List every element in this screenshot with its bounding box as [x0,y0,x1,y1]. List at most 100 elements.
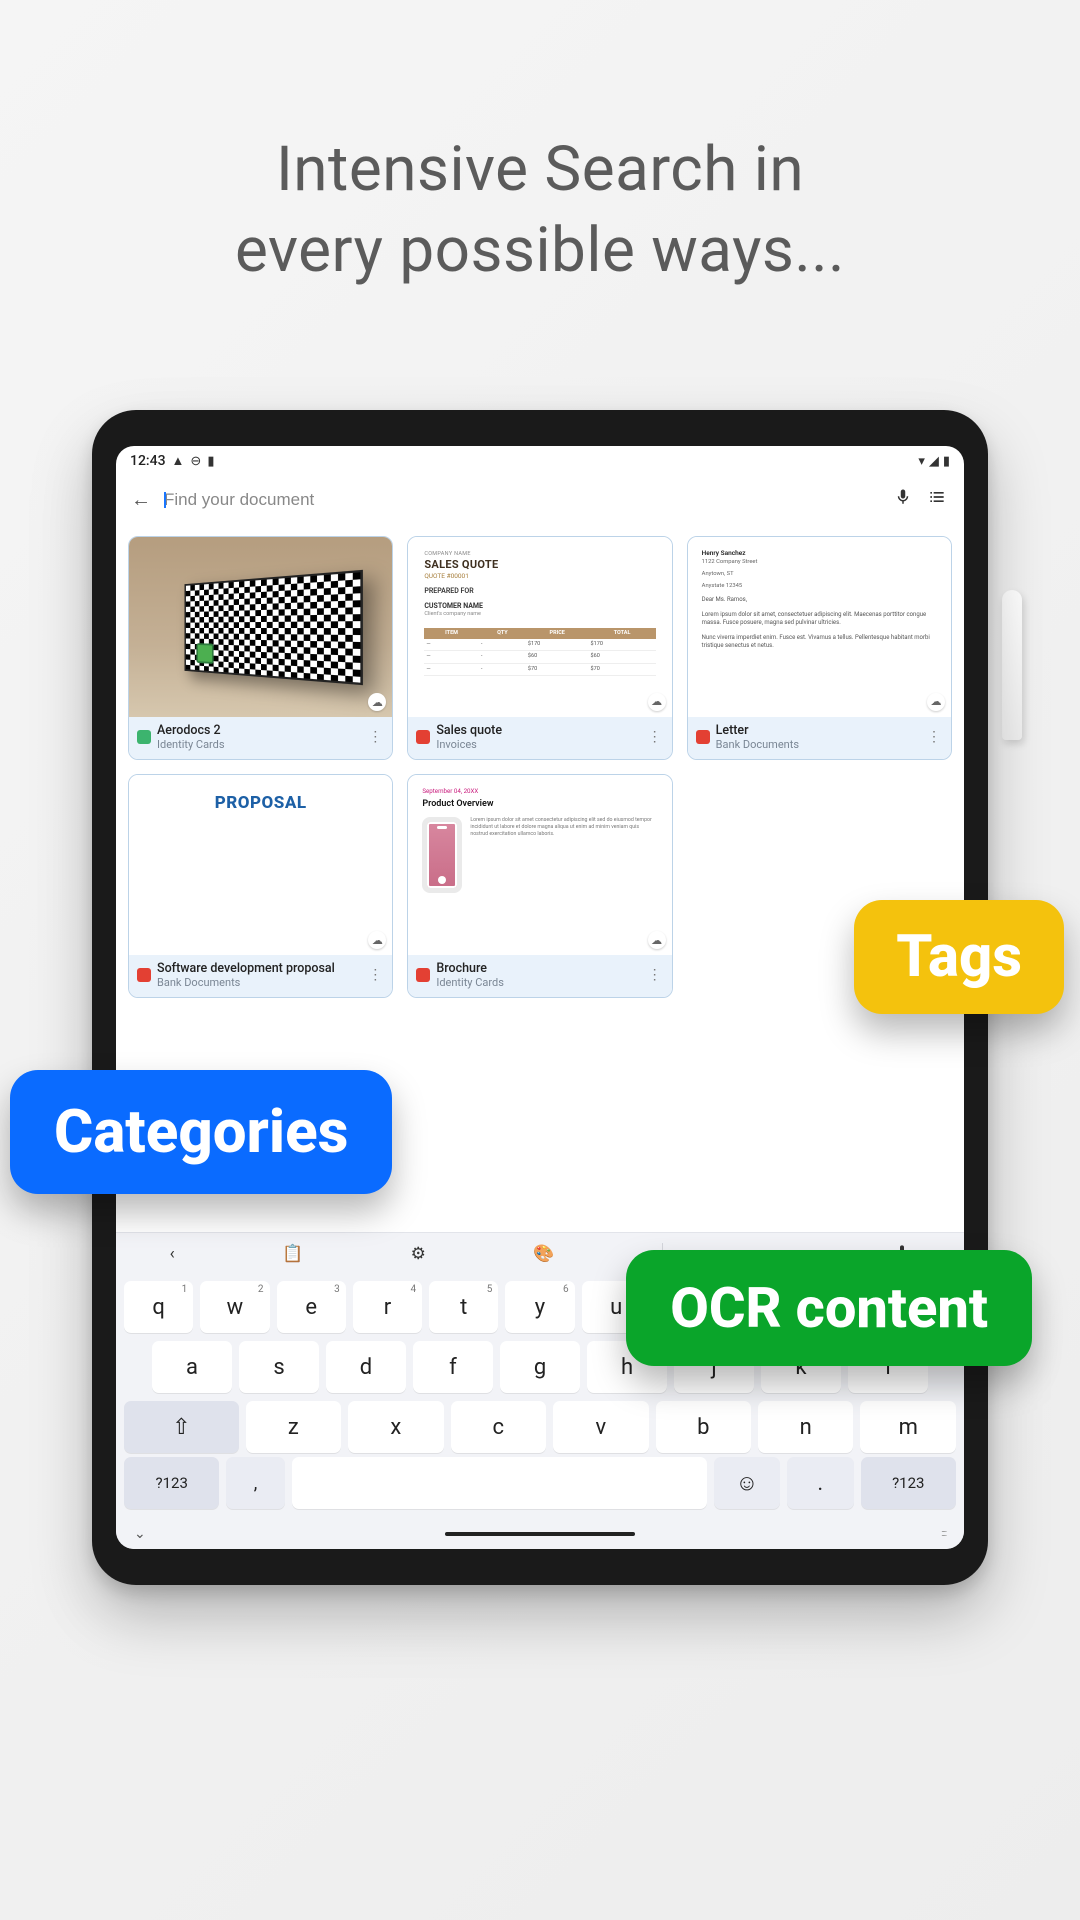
thumb-label: PREPARED FOR [424,587,655,596]
doc-card[interactable]: COMPANY NAME SALES QUOTE QUOTE #00001 PR… [407,536,672,760]
doc-card[interactable]: PROPOSAL ☁ Software development proposal… [128,774,393,998]
cloud-sync-icon: ☁ [648,931,666,949]
key-g[interactable]: g [500,1341,580,1393]
key-q[interactable]: q1 [124,1281,193,1333]
symbols-key[interactable]: ?123 [861,1457,956,1509]
status-left: 12:43 ▲ ⊖ ▮ [130,453,214,469]
search-bar: ← [116,476,964,524]
chevron-left-icon[interactable]: ‹ [170,1244,175,1264]
letter-body: Nunc viverra imperdiet enim. Fusce est. … [702,634,937,651]
key-x[interactable]: x [348,1401,443,1453]
key-a[interactable]: a [152,1341,232,1393]
doc-thumb: PROPOSAL ☁ [129,775,392,955]
cloud-sync-icon: ☁ [648,693,666,711]
key-s[interactable]: s [239,1341,319,1393]
keyboard-row-3: ⇧zxcvbnm [124,1401,956,1453]
hero-line1: Intensive Search in [0,130,1080,211]
text-cursor [164,492,166,508]
period-key[interactable]: . [787,1457,853,1509]
doc-footer: Letter Bank Documents ⋮ [688,717,951,759]
photo-thumb-content [184,569,363,684]
settings-gear-icon[interactable]: ⚙ [411,1244,426,1264]
card-menu-button[interactable]: ⋮ [366,729,384,745]
voice-search-button[interactable] [886,488,920,511]
card-menu-button[interactable]: ⋮ [925,729,943,745]
doc-title: Aerodocs 2 [157,723,360,738]
status-dnd-icon: ⊖ [190,454,201,469]
card-menu-button[interactable]: ⋮ [646,729,664,745]
letter-addr: Anytown, ST [702,570,937,578]
status-clipboard-icon: ▮ [207,454,214,469]
keyboard-settings-icon[interactable]: :::: [941,1529,946,1539]
key-d[interactable]: d [326,1341,406,1393]
battery-icon: ▮ [943,454,950,469]
doc-meta: Brochure Identity Cards [436,961,639,989]
doc-card[interactable]: Henry Sanchez 1122 Company Street Anytow… [687,536,952,760]
signal-icon: ◢ [929,454,939,469]
thumb-headline: SALES QUOTE [424,558,655,572]
key-r[interactable]: r4 [353,1281,422,1333]
doc-title: Letter [716,723,919,738]
card-menu-button[interactable]: ⋮ [366,967,384,983]
doc-type-icon [137,730,151,744]
palette-icon[interactable]: 🎨 [533,1244,554,1264]
key-t[interactable]: t5 [429,1281,498,1333]
search-input[interactable] [164,490,886,510]
key-z[interactable]: z [246,1401,341,1453]
back-button[interactable]: ← [126,487,156,512]
key-c[interactable]: c [451,1401,546,1453]
cloud-sync-icon: ☁ [927,693,945,711]
cloud-sync-icon: ☁ [368,693,386,711]
letter-name: Henry Sanchez [702,549,937,558]
doc-footer: Sales quote Invoices ⋮ [408,717,671,759]
emoji-key[interactable]: ☺ [714,1457,780,1509]
phone-illustration [422,817,462,893]
doc-type-icon [416,968,430,982]
key-m[interactable]: m [860,1401,955,1453]
hero-line2: every possible ways... [0,211,1080,292]
key-b[interactable]: b [656,1401,751,1453]
doc-title: Brochure [436,961,639,976]
key-v[interactable]: v [553,1401,648,1453]
doc-thumb: COMPANY NAME SALES QUOTE QUOTE #00001 PR… [408,537,671,717]
status-right: ▾ ◢ ▮ [918,454,950,469]
key-f[interactable]: f [413,1341,493,1393]
brochure-body: Lorem ipsum dolor sit amet consectetur a… [422,817,657,893]
hero-title: Intensive Search in every possible ways.… [0,0,1080,291]
doc-title: Sales quote [436,723,639,738]
doc-footer: Software development proposal Bank Docum… [129,955,392,997]
comma-key[interactable]: , [226,1457,284,1509]
key-w[interactable]: w2 [200,1281,269,1333]
doc-thumb: ☁ [129,537,392,717]
card-menu-button[interactable]: ⋮ [646,967,664,983]
doc-type-icon [416,730,430,744]
doc-card[interactable]: ☁ Aerodocs 2 Identity Cards ⋮ [128,536,393,760]
doc-thumb: September 04, 20XX Product Overview Lore… [408,775,671,955]
doc-card[interactable]: September 04, 20XX Product Overview Lore… [407,774,672,998]
shift-key[interactable]: ⇧ [124,1401,239,1453]
doc-meta: Letter Bank Documents [716,723,919,751]
thumb-customer: CUSTOMER NAME [424,602,655,611]
thumb-sub: QUOTE #00001 [424,572,655,580]
thumb-table: ITEMQTYPRICETOTAL —-$170$170 —-$60$60 —-… [424,628,655,676]
keyboard-bottom-row: ?123 , ☺ . ?123 [116,1457,964,1519]
search-field-wrap[interactable] [164,490,886,510]
clipboard-icon[interactable]: 📋 [282,1244,303,1264]
doc-title: Software development proposal [157,961,360,976]
key-e[interactable]: e3 [277,1281,346,1333]
doc-meta: Aerodocs 2 Identity Cards [157,723,360,751]
doc-category: Invoices [436,738,639,751]
doc-category: Bank Documents [157,976,360,989]
key-y[interactable]: y6 [505,1281,574,1333]
space-key[interactable] [292,1457,707,1509]
doc-category: Identity Cards [157,738,360,751]
thumb-smalltext: COMPANY NAME [424,551,655,558]
symbols-key[interactable]: ?123 [124,1457,219,1509]
view-toggle-button[interactable] [920,487,954,512]
badge-categories: Categories [10,1070,392,1194]
nav-handle[interactable] [445,1532,635,1536]
screen: 12:43 ▲ ⊖ ▮ ▾ ◢ ▮ ← [116,446,964,1549]
collapse-keyboard-icon[interactable]: ⌄ [134,1526,146,1542]
key-n[interactable]: n [758,1401,853,1453]
doc-type-icon [137,968,151,982]
